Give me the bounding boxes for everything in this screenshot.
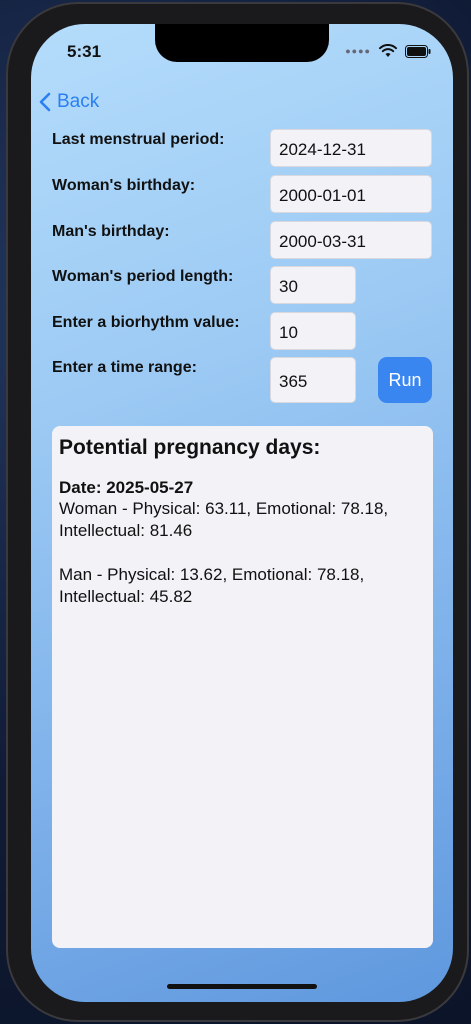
woman-result-line-2: Intellectual: 81.46 [59, 521, 193, 540]
status-time: 5:31 [67, 42, 102, 61]
cellular-signal-icon: ●●●● [345, 46, 371, 56]
man-birthday-label: Man's birthday: [52, 223, 170, 240]
battery-icon [405, 44, 431, 58]
woman-birthday-field[interactable]: 2000-01-01 [270, 175, 432, 213]
wifi-icon [379, 44, 397, 57]
man-result-line-1: Man - Physical: 13.62, Emotional: 78.18, [59, 565, 365, 584]
biorhythm-field[interactable]: 10 [270, 312, 356, 350]
woman-birthday-label: Woman's birthday: [52, 177, 196, 194]
last-period-field[interactable]: 2024-12-31 [270, 129, 432, 167]
back-label: Back [57, 91, 100, 112]
man-result-line-2: Intellectual: 45.82 [59, 587, 193, 606]
biorhythm-label: Enter a biorhythm value: [52, 314, 240, 331]
home-indicator[interactable] [167, 984, 317, 989]
results-panel: Potential pregnancy days: Date: 2025-05-… [52, 426, 433, 948]
status-icons: ●●●● [345, 44, 431, 58]
phone-frame: 5:31 ●●●● Back Last menstrual period: 20… [6, 2, 469, 1022]
time-range-label: Enter a time range: [52, 359, 197, 376]
back-button[interactable]: Back [39, 91, 99, 113]
chevron-left-icon [39, 92, 51, 112]
result-date: Date: 2025-05-27 [59, 478, 194, 497]
app-screen: 5:31 ●●●● Back Last menstrual period: 20… [31, 24, 453, 1002]
time-range-field[interactable]: 365 [270, 357, 356, 403]
results-title: Potential pregnancy days: [59, 436, 321, 459]
period-length-label: Woman's period length: [52, 268, 234, 285]
woman-result-line-1: Woman - Physical: 63.11, Emotional: 78.1… [59, 499, 389, 518]
run-button[interactable]: Run [378, 357, 432, 403]
man-birthday-field[interactable]: 2000-03-31 [270, 221, 432, 259]
last-period-label: Last menstrual period: [52, 131, 225, 148]
notch [155, 24, 329, 62]
period-length-field[interactable]: 30 [270, 266, 356, 304]
